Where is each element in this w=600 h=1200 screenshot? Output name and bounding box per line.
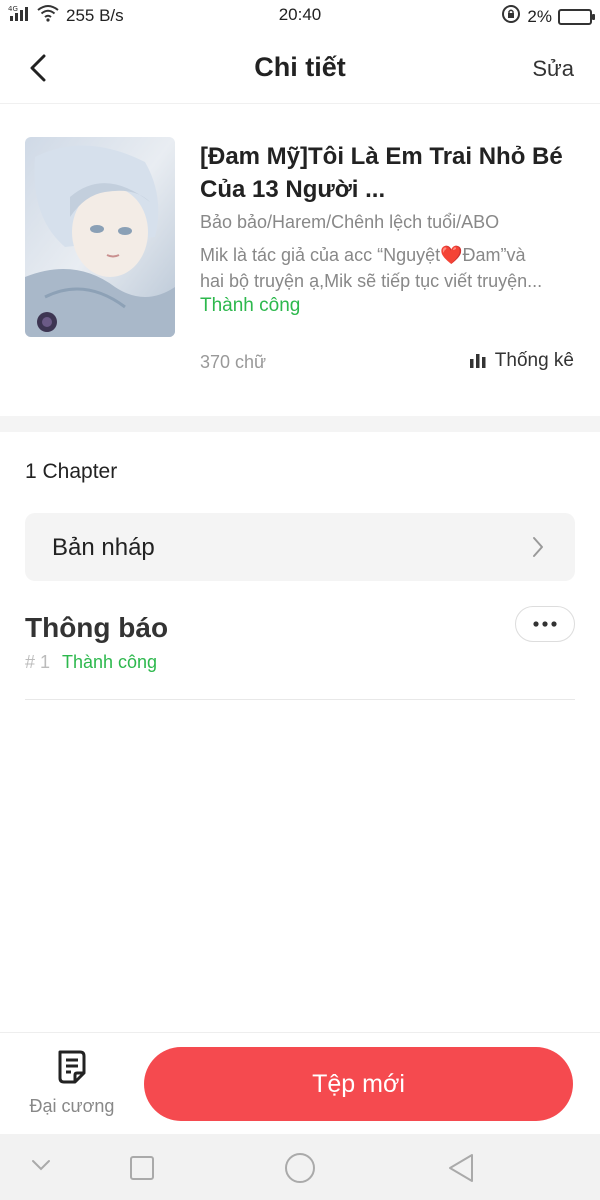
section-divider xyxy=(0,416,600,432)
new-file-label: Tệp mới xyxy=(312,1069,405,1098)
chapter-title: Thông báo xyxy=(25,612,169,643)
page-title: Chi tiết xyxy=(254,52,346,82)
story-status: Thành công xyxy=(200,295,301,316)
new-file-button[interactable]: Tệp mới xyxy=(144,1047,573,1121)
status-bar: 4G 255 B/s 20:40 2% xyxy=(0,0,600,32)
chevron-down-icon[interactable] xyxy=(30,1158,52,1172)
description-line: Mik là tác giả của acc “Nguyệt❤️Đam”và xyxy=(200,245,526,265)
story-title: [Đam Mỹ]Tôi Là Em Trai Nhỏ Bé Của 13 Ngư… xyxy=(200,143,563,203)
story-cover-image[interactable] xyxy=(25,137,175,337)
recent-apps-icon[interactable] xyxy=(128,1154,156,1182)
story-tags: Bảo bảo/Harem/Chênh lệch tuổi/ABO xyxy=(200,212,500,232)
stats-button[interactable]: Thống kê xyxy=(469,350,574,372)
rotation-lock-icon xyxy=(501,4,521,29)
description-line: hai bộ truyện ạ,Mik sẽ tiếp tục viết tru… xyxy=(200,271,543,291)
outline-button[interactable]: Đại cương xyxy=(14,1049,130,1117)
outline-label: Đại cương xyxy=(29,1096,115,1116)
back-triangle-icon[interactable] xyxy=(446,1152,476,1184)
more-dots-icon xyxy=(533,621,557,627)
app-header: Chi tiết Sửa xyxy=(0,32,600,104)
status-right: 2% xyxy=(501,4,595,29)
home-icon[interactable] xyxy=(283,1151,317,1185)
document-icon xyxy=(58,1050,86,1084)
word-count: 370 chữ xyxy=(200,352,267,372)
battery-percent: 2% xyxy=(527,6,552,26)
edit-button[interactable]: Sửa xyxy=(532,56,574,82)
drafts-label: Bản nháp xyxy=(52,534,155,561)
chevron-right-icon xyxy=(533,537,543,557)
drafts-row[interactable]: Bản nháp xyxy=(25,513,575,581)
story-card: [Đam Mỹ]Tôi Là Em Trai Nhỏ Bé Của 13 Ngư… xyxy=(0,104,600,416)
stats-label: Thống kê xyxy=(494,350,574,371)
chapter-status: Thành công xyxy=(62,652,158,672)
story-description: Mik là tác giả của acc “Nguyệt❤️Đam”và h… xyxy=(200,242,578,294)
chapter-more-button[interactable] xyxy=(515,606,575,642)
chapter-count: 1 Chapter xyxy=(25,460,118,483)
bottom-action-bar: Đại cương Tệp mới xyxy=(0,1032,600,1134)
battery-icon xyxy=(558,8,595,25)
chapter-number: # 1 xyxy=(25,652,51,672)
bar-chart-icon xyxy=(469,354,486,368)
chapter-list-item[interactable]: Thông báo # 1 Thành công xyxy=(25,600,575,700)
system-navigation-bar xyxy=(0,1134,600,1200)
